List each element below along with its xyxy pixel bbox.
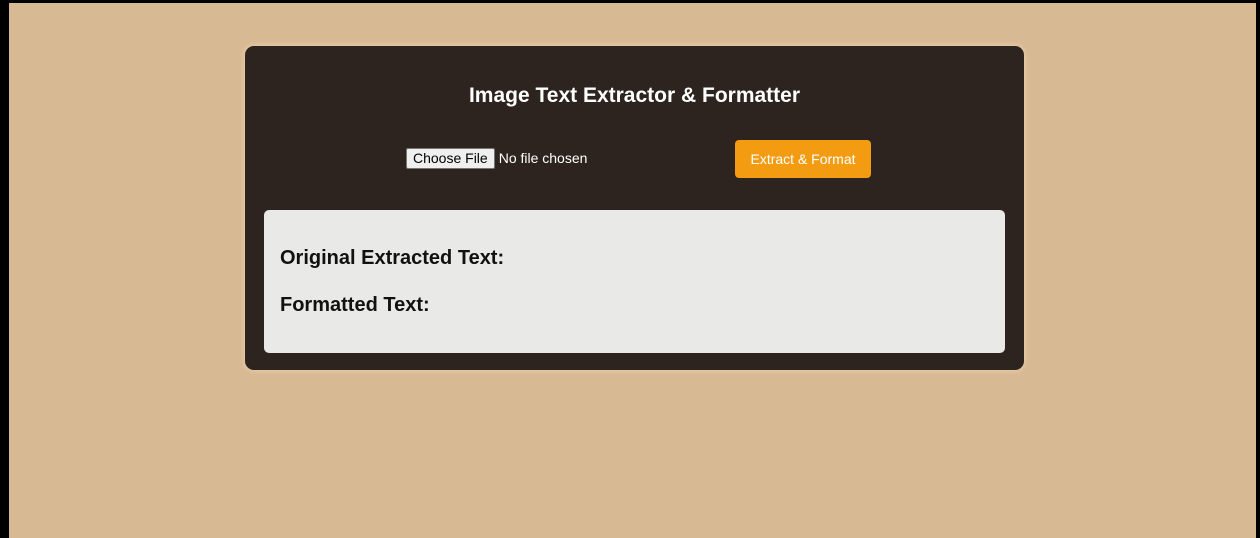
original-text-heading: Original Extracted Text: [280, 247, 505, 269]
formatted-text-heading: Formatted Text: [280, 294, 430, 316]
file-status-text: No file chosen [498, 150, 588, 166]
results-panel: Original Extracted Text: Formatted Text: [264, 210, 1005, 353]
page-title: Image Text Extractor & Formatter [468, 84, 801, 107]
choose-file-button[interactable]: Choose File [406, 148, 495, 169]
page-background: Image Text Extractor & Formatter Choose … [0, 0, 1260, 538]
extract-format-button[interactable]: Extract & Format [735, 140, 871, 178]
extractor-card: Image Text Extractor & Formatter Choose … [245, 46, 1024, 370]
file-input[interactable]: Choose File No file chosen [406, 148, 587, 169]
